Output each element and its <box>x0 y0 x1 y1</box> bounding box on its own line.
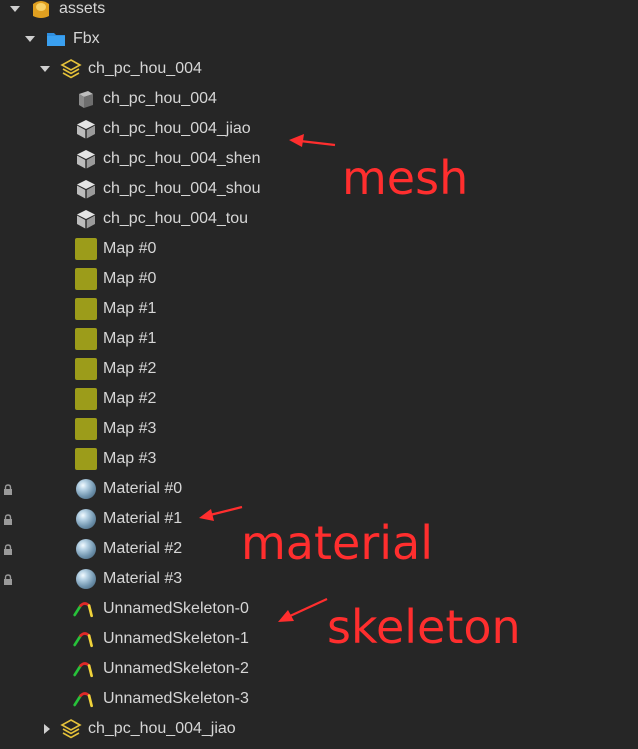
chevron-down-icon[interactable] <box>8 2 22 16</box>
tree-label: Map #2 <box>103 360 157 377</box>
texture-map-icon <box>75 388 97 410</box>
mesh-icon <box>75 178 97 200</box>
tree-item-mesh[interactable]: ch_pc_hou_004_shen <box>0 144 638 174</box>
lock-icon[interactable] <box>3 573 13 585</box>
tree-item-map[interactable]: Map #2 <box>0 354 638 384</box>
tree-item-mesh[interactable]: ch_pc_hou_004_shou <box>0 174 638 204</box>
tree-label: UnnamedSkeleton-0 <box>103 600 249 617</box>
tree-item-map[interactable]: Map #3 <box>0 414 638 444</box>
material-sphere-icon <box>75 538 97 560</box>
tree-item-map[interactable]: Map #3 <box>0 444 638 474</box>
tree-item-partial <box>60 744 82 749</box>
material-sphere-icon <box>75 508 97 530</box>
tree-item-model[interactable]: ch_pc_hou_004 <box>0 54 638 84</box>
tree-item-fbx[interactable]: Fbx <box>0 24 638 54</box>
tree-item-mesh[interactable]: ch_pc_hou_004 <box>0 84 638 114</box>
tree-label: ch_pc_hou_004_jiao <box>103 120 251 137</box>
layers-icon <box>60 58 82 80</box>
tree-label: ch_pc_hou_004 <box>103 90 217 107</box>
tree-item-skeleton[interactable]: UnnamedSkeleton-0 <box>0 594 638 624</box>
tree-item-model-collapsed[interactable]: ch_pc_hou_004_jiao <box>0 714 638 744</box>
tree-item-map[interactable]: Map #1 <box>0 324 638 354</box>
tree-item-material[interactable]: Material #0 <box>0 474 638 504</box>
chevron-down-icon[interactable] <box>23 32 37 46</box>
tree-label: ch_pc_hou_004_tou <box>103 210 249 227</box>
tree-item-map[interactable]: Map #2 <box>0 384 638 414</box>
tree-item-map[interactable]: Map #0 <box>0 264 638 294</box>
tree-label: Map #0 <box>103 270 157 287</box>
tree-label: assets <box>59 0 106 17</box>
annotation-mesh: mesh <box>342 151 469 205</box>
tree-label: UnnamedSkeleton-1 <box>103 630 249 647</box>
tree-item-map[interactable]: Map #1 <box>0 294 638 324</box>
tree-label: Material #1 <box>103 510 183 527</box>
tree-item-mesh[interactable]: ch_pc_hou_004_tou <box>0 204 638 234</box>
tree-label: Fbx <box>73 30 100 47</box>
material-sphere-icon <box>75 478 97 500</box>
texture-map-icon <box>75 358 97 380</box>
chevron-right-icon[interactable] <box>40 722 54 736</box>
tree-label: Material #2 <box>103 540 183 557</box>
lock-icon[interactable] <box>3 513 13 525</box>
mesh-icon <box>75 148 97 170</box>
tree-item-mesh[interactable]: ch_pc_hou_004_jiao <box>0 114 638 144</box>
tree-label: Material #3 <box>103 570 183 587</box>
tree-item-skeleton[interactable]: UnnamedSkeleton-3 <box>0 684 638 714</box>
annotation-material: material <box>241 516 433 570</box>
lock-icon[interactable] <box>3 483 13 495</box>
tree-item-map[interactable]: Map #0 <box>0 234 638 264</box>
texture-map-icon <box>75 298 97 320</box>
tree-label: Map #0 <box>103 240 157 257</box>
mesh-cube-icon <box>75 88 97 110</box>
tree-label: Map #1 <box>103 300 157 317</box>
tree-label: ch_pc_hou_004_shen <box>103 150 261 167</box>
tree-label: UnnamedSkeleton-3 <box>103 690 249 707</box>
tree-label: ch_pc_hou_004_jiao <box>88 720 236 737</box>
tree-label: UnnamedSkeleton-2 <box>103 660 249 677</box>
tree-label: Material #0 <box>103 480 183 497</box>
tree-item-skeleton[interactable]: UnnamedSkeleton-1 <box>0 624 638 654</box>
skeleton-icon <box>73 628 95 650</box>
tree-label: Map #1 <box>103 330 157 347</box>
texture-map-icon <box>75 268 97 290</box>
tree-label: Map #2 <box>103 390 157 407</box>
texture-map-icon <box>75 328 97 350</box>
mesh-icon <box>75 208 97 230</box>
tree-label: Map #3 <box>103 420 157 437</box>
material-sphere-icon <box>75 568 97 590</box>
texture-map-icon <box>75 448 97 470</box>
skeleton-icon <box>73 688 95 710</box>
skeleton-icon <box>73 658 95 680</box>
tree-item-assets[interactable]: assets <box>0 0 638 24</box>
skeleton-icon <box>73 598 95 620</box>
tree-label: ch_pc_hou_004_shou <box>103 180 261 197</box>
tree-label: ch_pc_hou_004 <box>88 60 202 77</box>
layers-icon <box>60 744 82 749</box>
texture-map-icon <box>75 238 97 260</box>
tree-label: Map #3 <box>103 450 157 467</box>
layers-icon <box>60 718 82 740</box>
folder-icon <box>45 28 67 50</box>
texture-map-icon <box>75 418 97 440</box>
annotation-skeleton: skeleton <box>327 600 521 654</box>
database-icon <box>30 0 52 20</box>
mesh-icon <box>75 118 97 140</box>
tree-item-skeleton[interactable]: UnnamedSkeleton-2 <box>0 654 638 684</box>
lock-icon[interactable] <box>3 543 13 555</box>
chevron-down-icon[interactable] <box>38 62 52 76</box>
